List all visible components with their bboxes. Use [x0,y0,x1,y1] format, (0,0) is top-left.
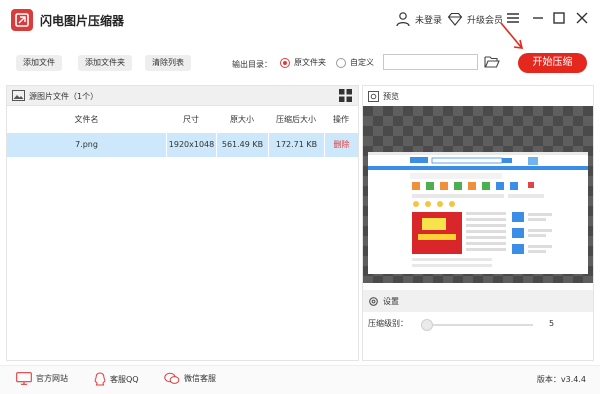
cell-filename: 7.png [75,140,98,149]
user-icon [396,12,410,27]
folder-open-icon[interactable] [484,55,500,69]
settings-title: 设置 [383,296,399,306]
cell-original-size: 561.49 KB [216,133,268,157]
qq-support-link[interactable]: 客服QQ [94,372,139,386]
preview-thumbnail [368,152,588,274]
add-folder-button[interactable]: 添加文件夹 [78,55,132,71]
output-path-input[interactable] [383,54,478,70]
login-label: 未登录 [415,15,443,26]
minimize-icon[interactable] [528,8,548,28]
add-file-button[interactable]: 添加文件 [16,55,62,71]
vip-upgrade-button[interactable]: 升级会员 [447,9,503,29]
footer: 官方网站 客服QQ 微信客服 版本：v3.4.4 [0,365,600,394]
preview-canvas [363,106,593,283]
column-header-compressed: 压缩后大小 [276,115,316,124]
gear-icon [369,296,378,306]
qq-icon [94,372,106,386]
monitor-icon [16,372,32,385]
column-header-filename: 文件名 [74,115,99,124]
settings-header: 设置 [363,290,593,312]
close-icon[interactable] [572,8,592,28]
official-website-label: 官方网站 [36,374,68,383]
compression-level-slider[interactable] [423,324,533,326]
official-website-link[interactable]: 官方网站 [16,372,68,385]
radio-custom-folder[interactable]: 自定义 [336,57,374,68]
slider-handle[interactable] [421,319,433,331]
cell-compressed-size: 172.71 KB [268,133,324,157]
start-compress-button[interactable]: 开始压缩 [518,53,587,73]
radio-original-label: 原文件夹 [294,58,326,67]
column-header-action: 操作 [333,115,349,124]
preview-panel: 预览 设置 压缩级别： 5 [362,85,594,361]
wechat-support-link[interactable]: 微信客服 [164,372,216,385]
radio-dot [336,57,346,68]
output-dir-label: 输出目录： [232,60,272,69]
clear-list-button[interactable]: 清除列表 [145,55,191,71]
maximize-icon[interactable] [549,8,569,28]
table-row[interactable]: 7.png 1920x1048 561.49 KB 172.71 KB 删除 [7,133,358,157]
login-button[interactable]: 未登录 [395,9,442,29]
column-header-size: 尺寸 [183,115,199,124]
delete-link[interactable]: 删除 [324,133,358,157]
wechat-icon [164,372,180,384]
app-title: 闪电图片压缩器 [40,14,125,28]
image-icon [12,90,25,101]
app-logo [11,9,33,31]
version-label: 版本：v3.4.4 [536,375,586,384]
compression-level-label: 压缩级别： [368,319,408,328]
file-list-title: 源图片文件（1个） [29,92,99,101]
qq-support-label: 客服QQ [110,374,139,384]
arrow-pointer-icon [500,22,524,49]
grid-view-icon[interactable] [339,89,352,102]
wechat-support-label: 微信客服 [184,374,216,383]
preview-header: 预览 [363,86,593,106]
file-list-panel: 源图片文件（1个） 文件名 尺寸 原大小 压缩后大小 操作 7.png 1920… [6,85,359,361]
cell-size: 1920x1048 [166,133,216,157]
radio-dot-selected [280,57,290,68]
file-list-header: 源图片文件（1个） [7,86,358,106]
compression-level-value: 5 [549,319,555,328]
preview-title: 预览 [383,91,399,101]
radio-custom-label: 自定义 [350,58,374,67]
diamond-icon [447,12,463,26]
column-header-original: 原大小 [230,115,254,124]
webpage-thumbnail-image [368,152,588,274]
compress-icon [15,13,29,27]
preview-icon [368,90,379,102]
radio-original-folder[interactable]: 原文件夹 [280,57,326,68]
